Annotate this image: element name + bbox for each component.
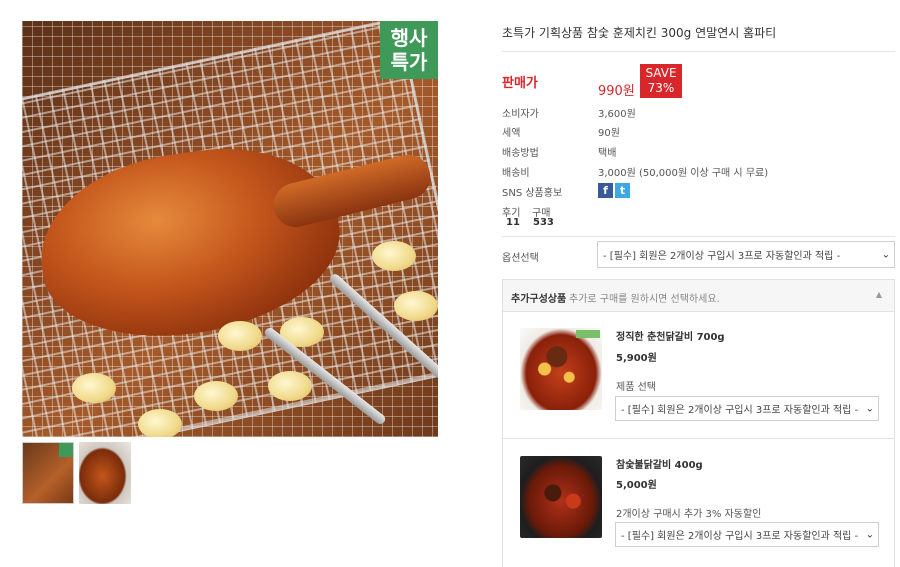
thumbnail-2[interactable] <box>79 442 131 504</box>
addon-header-subtitle: 추가로 구매를 원하시면 선택하세요. <box>569 294 720 305</box>
divider <box>502 236 895 237</box>
info-label-shipping-fee: 배송비 <box>502 168 530 179</box>
addon-select-1[interactable]: - [필수] 회원은 2개이상 구입시 3프로 자동할인과 적립 - ⌄ <box>615 396 879 421</box>
garlic-clove <box>394 291 438 321</box>
addon-price-2: 5,000원 <box>616 480 657 491</box>
option-select[interactable]: - [필수] 회원은 2개이상 구입시 3프로 자동할인과 적립 - ⌄ <box>597 241 895 268</box>
save-badge-line2: 73% <box>647 81 675 95</box>
save-badge: SAVE 73% <box>640 64 682 98</box>
addon-note-1: 제품 선택 <box>616 382 656 393</box>
garlic-clove <box>372 241 416 271</box>
purchase-count: 533 <box>533 217 554 228</box>
info-label-tax: 세액 <box>502 128 521 139</box>
event-badge-mini <box>59 443 73 457</box>
addon-name-2: 참숯불닭갈비 400g <box>616 460 703 471</box>
price-label: 판매가 <box>502 76 538 91</box>
addon-select-2[interactable]: - [필수] 회원은 2개이상 구입시 3프로 자동할인과 적립 - ⌄ <box>615 522 879 547</box>
thumbnail-1[interactable] <box>22 442 74 504</box>
product-main-image: 행사 특가 <box>22 21 438 437</box>
collapse-caret-icon[interactable]: ▲ <box>876 290 882 299</box>
brand-tag-icon <box>576 330 600 338</box>
event-special-badge: 행사 특가 <box>380 21 438 79</box>
addon-name-1: 정직한 춘천닭갈비 700g <box>616 332 725 343</box>
product-title: 초특가 기획상품 참숯 훈제치킨 300g 연말연시 홈파티 <box>502 26 777 40</box>
garlic-clove <box>268 371 312 401</box>
option-label: 옵션선택 <box>502 253 539 264</box>
addon-products-panel: 추가구성상품 추가로 구매를 원하시면 선택하세요. ▲ 정직한 춘천닭갈비 7… <box>502 279 895 567</box>
divider <box>502 51 895 52</box>
addon-header-title: 추가구성상품 <box>511 294 567 305</box>
info-label-shipping-method: 배송방법 <box>502 148 539 159</box>
garlic-clove <box>218 321 262 351</box>
addon-image-1 <box>520 328 602 410</box>
addon-image-2 <box>520 456 602 538</box>
chevron-down-icon: ⌄ <box>865 529 874 540</box>
sale-price: 990원 <box>598 84 635 99</box>
chevron-down-icon: ⌄ <box>865 403 874 414</box>
divider <box>503 438 894 439</box>
option-select-value: - [필수] 회원은 2개이상 구입시 3프로 자동할인과 적립 - <box>603 251 841 262</box>
garlic-clove <box>138 409 182 437</box>
review-count[interactable]: 11 <box>506 217 520 228</box>
chevron-down-icon: ⌄ <box>881 249 890 260</box>
info-value-shipping-method: 택배 <box>598 148 617 159</box>
save-badge-line1: SAVE <box>645 66 677 80</box>
sns-share-buttons: f t <box>598 183 630 198</box>
event-badge-line1: 행사 <box>390 26 428 50</box>
info-value-shipping-fee: 3,000원 (50,000원 이상 구매 시 무료) <box>598 168 769 179</box>
garlic-clove <box>72 373 116 403</box>
addon-note-2: 2개이상 구매시 추가 3% 자동할인 <box>616 509 762 520</box>
facebook-icon[interactable]: f <box>598 183 613 198</box>
addon-select-2-value: - [필수] 회원은 2개이상 구입시 3프로 자동할인과 적립 - <box>621 531 859 542</box>
info-value-consumer-price: 3,600원 <box>598 109 636 120</box>
addon-panel-header[interactable]: 추가구성상품 추가로 구매를 원하시면 선택하세요. ▲ <box>503 280 894 312</box>
event-badge-line2: 특가 <box>390 50 428 74</box>
info-label-sns: SNS 상품홍보 <box>502 188 563 199</box>
info-label-consumer-price: 소비자가 <box>502 109 539 120</box>
addon-price-1: 5,900원 <box>616 353 657 364</box>
garlic-clove <box>194 381 238 411</box>
twitter-icon[interactable]: t <box>615 183 630 198</box>
addon-select-1-value: - [필수] 회원은 2개이상 구입시 3프로 자동할인과 적립 - <box>621 405 859 416</box>
info-value-tax: 90원 <box>598 128 620 139</box>
